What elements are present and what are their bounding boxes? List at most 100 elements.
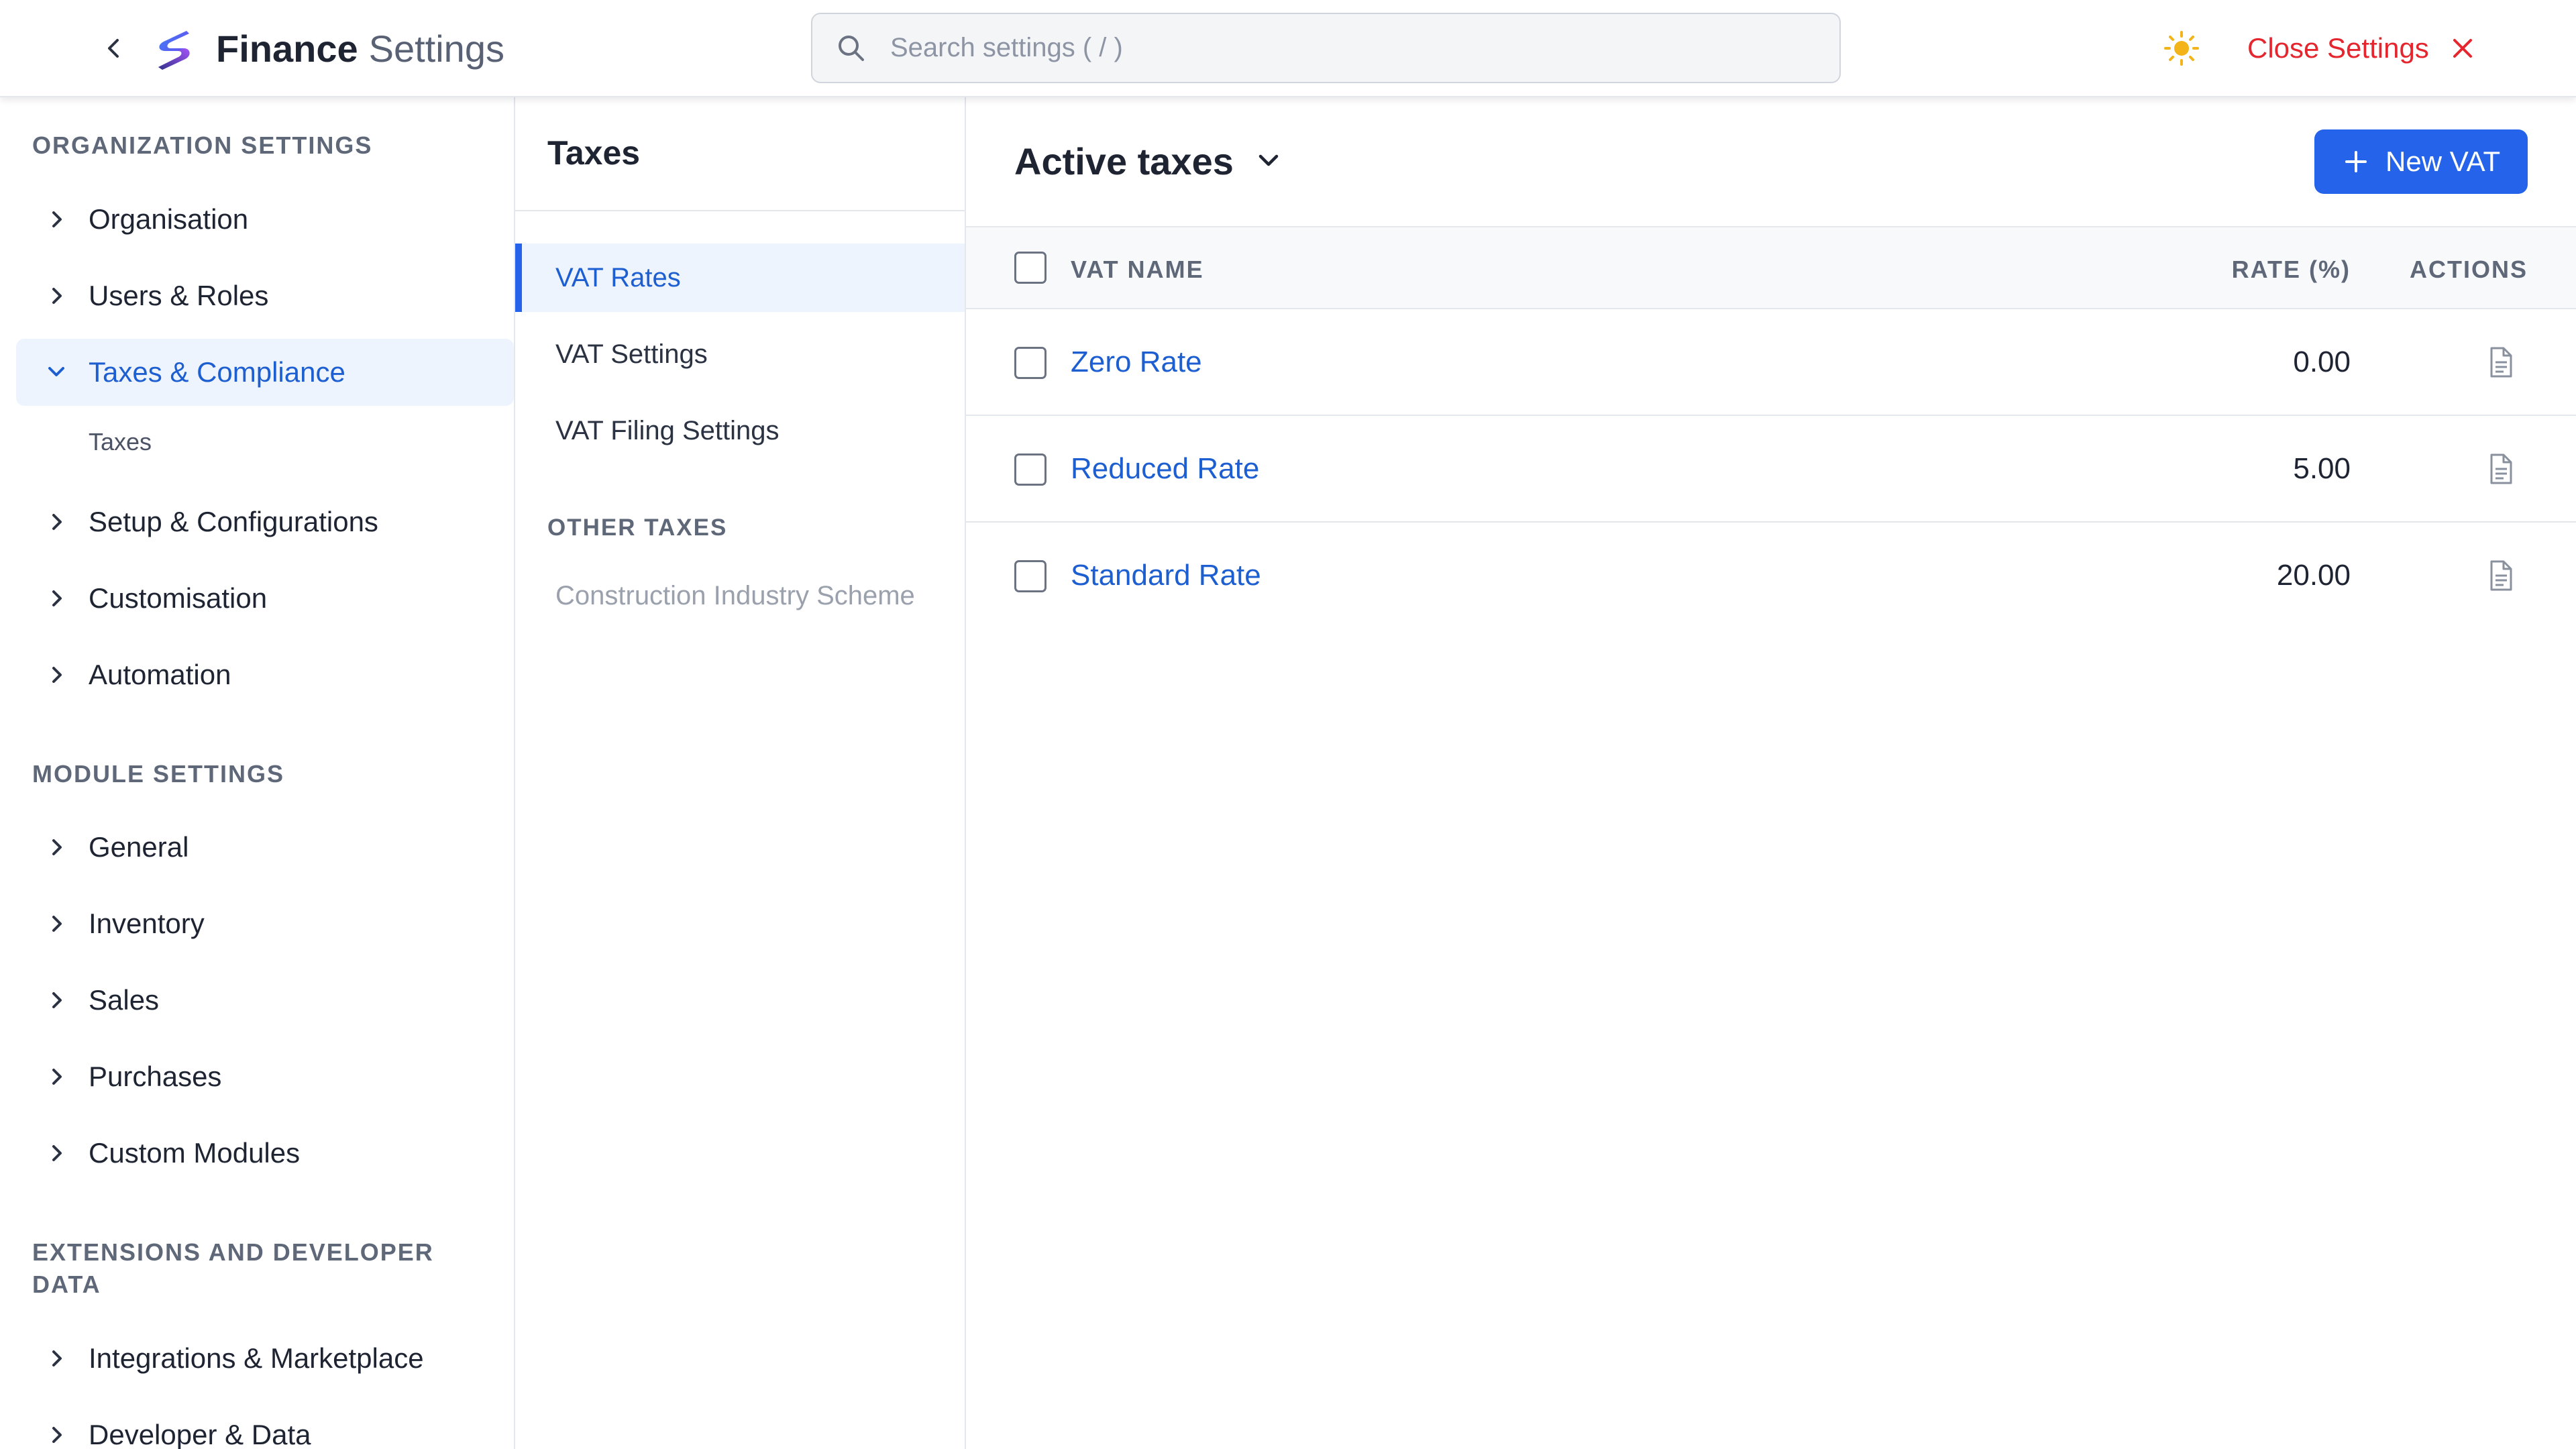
sidebar-item-setup-configurations[interactable]: Setup & Configurations (16, 488, 514, 555)
app-title-light: Settings (368, 27, 504, 70)
chevron-right-icon (43, 1063, 70, 1090)
chevron-right-icon (43, 1345, 70, 1372)
sidebar-subitem-taxes[interactable]: Taxes (89, 428, 152, 456)
taxes-subnav-panel: Taxes VAT Rates VAT Settings VAT Filing … (515, 97, 966, 1449)
app-title-strong: Finance (216, 27, 358, 70)
select-all-checkbox[interactable] (1014, 252, 1046, 284)
sidebar-item-label: Organisation (89, 203, 249, 235)
section-title-organization: ORGANIZATION SETTINGS (32, 131, 373, 159)
subnav-item-vat-settings[interactable]: VAT Settings (515, 320, 965, 388)
sidebar-item-label: Taxes & Compliance (89, 356, 345, 388)
chevron-down-icon (43, 359, 70, 386)
row-checkbox[interactable] (1014, 347, 1046, 379)
vat-rate-value: 20.00 (2276, 559, 2351, 592)
subnav-item-label: Construction Industry Scheme (555, 580, 915, 610)
vat-name-link[interactable]: Reduced Rate (1071, 452, 1259, 486)
chevron-right-icon (43, 206, 70, 233)
chevron-right-icon (43, 661, 70, 688)
sun-icon (2164, 31, 2199, 66)
chevron-right-icon (43, 585, 70, 612)
sidebar-item-label: Developer & Data (89, 1419, 311, 1449)
search-input[interactable] (890, 33, 1762, 63)
table-row: Standard Rate 20.00 (966, 523, 2576, 629)
chevron-right-icon (43, 910, 70, 937)
chevron-down-icon (1252, 145, 1285, 177)
row-checkbox[interactable] (1014, 453, 1046, 486)
section-title-extensions: EXTENSIONS AND DEVELOPER DATA (32, 1236, 475, 1301)
document-icon[interactable] (2485, 559, 2517, 592)
section-title-module: MODULE SETTINGS (32, 760, 285, 788)
vat-rate-value: 5.00 (2293, 452, 2351, 485)
sidebar-item-integrations-marketplace[interactable]: Integrations & Marketplace (16, 1325, 514, 1392)
sidebar-item-label: General (89, 831, 189, 863)
chevron-right-icon (43, 1140, 70, 1167)
vat-name-link[interactable]: Standard Rate (1071, 559, 1261, 592)
search-box[interactable] (811, 13, 1841, 83)
sidebar-item-purchases[interactable]: Purchases (16, 1043, 514, 1110)
top-header: Finance Settings Clos (0, 0, 2576, 97)
app-logo (158, 31, 190, 70)
chevron-right-icon (43, 282, 70, 309)
new-vat-button[interactable]: New VAT (2314, 129, 2528, 194)
sidebar-item-automation[interactable]: Automation (16, 641, 514, 708)
subnav-item-vat-filing-settings[interactable]: VAT Filing Settings (515, 396, 965, 465)
chevron-right-icon (43, 834, 70, 861)
sidebar-item-custom-modules[interactable]: Custom Modules (16, 1120, 514, 1187)
chevron-right-icon (43, 1421, 70, 1448)
table-row: Zero Rate 0.00 (966, 309, 2576, 416)
sidebar-item-label: Custom Modules (89, 1137, 301, 1169)
view-selector-label: Active taxes (1014, 140, 1234, 182)
chevron-right-icon (43, 987, 70, 1014)
sidebar-item-customisation[interactable]: Customisation (16, 565, 514, 632)
main-header: Active taxes New VAT (966, 97, 2576, 226)
sidebar-item-label: Customisation (89, 582, 268, 614)
section-title-line: DATA (32, 1271, 101, 1298)
subnav-header: Taxes (515, 97, 965, 211)
sidebar-item-label: Integrations & Marketplace (89, 1342, 424, 1374)
section-title-line: EXTENSIONS AND DEVELOPER (32, 1238, 434, 1266)
sidebar-item-sales[interactable]: Sales (16, 967, 514, 1034)
close-settings-label: Close Settings (2247, 32, 2429, 64)
close-settings-button[interactable]: Close Settings (2247, 27, 2477, 70)
subnav-section-other-taxes: OTHER TAXES (547, 515, 728, 541)
vat-name-link[interactable]: Zero Rate (1071, 345, 1202, 379)
vat-rate-value: 0.00 (2293, 345, 2351, 378)
plus-icon (2341, 147, 2371, 176)
row-checkbox[interactable] (1014, 560, 1046, 592)
chevron-right-icon (43, 508, 70, 535)
column-header-vat-name[interactable]: VAT NAME (1071, 256, 1204, 284)
sidebar-item-label: Users & Roles (89, 280, 269, 311)
sidebar-item-label: Sales (89, 984, 160, 1016)
column-header-actions: ACTIONS (2410, 256, 2528, 283)
subnav-item-vat-rates[interactable]: VAT Rates (515, 244, 965, 312)
document-icon[interactable] (2485, 345, 2517, 379)
sidebar-item-taxes-compliance[interactable]: Taxes & Compliance (16, 339, 514, 406)
subnav-title: Taxes (547, 134, 641, 172)
new-vat-button-label: New VAT (2385, 146, 2501, 177)
table-row: Reduced Rate 5.00 (966, 416, 2576, 523)
settings-sidebar: ORGANIZATION SETTINGS Organisation Users… (0, 97, 515, 1449)
sidebar-item-label: Automation (89, 659, 231, 690)
sidebar-item-users-roles[interactable]: Users & Roles (16, 262, 514, 329)
sidebar-item-inventory[interactable]: Inventory (16, 890, 514, 957)
sidebar-item-general[interactable]: General (16, 814, 514, 881)
chevron-left-icon (108, 39, 119, 58)
sidebar-item-label: Inventory (89, 908, 205, 939)
app-title: Finance Settings (216, 25, 504, 71)
search-icon (834, 31, 869, 66)
main-content: Active taxes New VAT VAT NAME RATE (%) A… (966, 97, 2576, 1449)
theme-toggle-button[interactable] (2160, 27, 2203, 70)
sidebar-item-label: Setup & Configurations (89, 506, 378, 537)
subnav-item-label: VAT Filing Settings (555, 415, 780, 445)
table-header: VAT NAME RATE (%) ACTIONS (966, 226, 2576, 309)
back-button[interactable] (94, 28, 134, 68)
document-icon[interactable] (2485, 452, 2517, 486)
close-icon (2448, 34, 2477, 63)
subnav-item-construction-industry-scheme: Construction Industry Scheme (515, 561, 965, 630)
column-header-rate[interactable]: RATE (%) (2232, 256, 2351, 284)
subnav-item-label: VAT Rates (555, 262, 681, 292)
sidebar-item-organisation[interactable]: Organisation (16, 186, 514, 253)
view-selector[interactable]: Active taxes (1014, 136, 1285, 186)
sidebar-item-developer-data[interactable]: Developer & Data (16, 1401, 514, 1449)
subnav-item-label: VAT Settings (555, 339, 708, 369)
